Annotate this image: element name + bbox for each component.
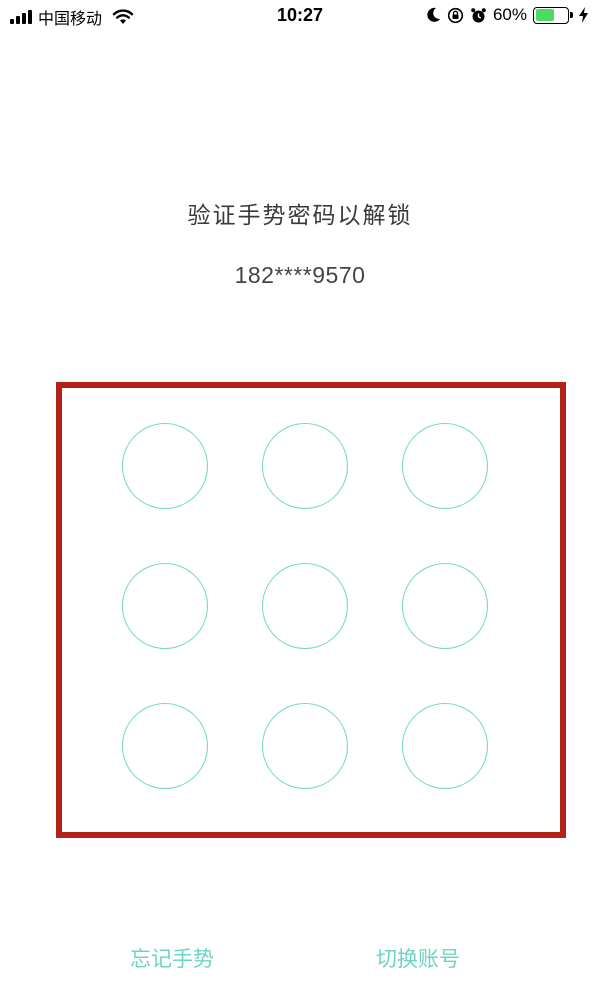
gesture-dot-4[interactable] xyxy=(122,563,208,649)
rotation-lock-icon xyxy=(447,7,464,23)
gesture-dot-7[interactable] xyxy=(122,703,208,789)
masked-phone-number: 182****9570 xyxy=(234,262,366,288)
page-title: 验证手势密码以解锁 xyxy=(187,203,413,229)
battery-icon xyxy=(533,6,569,24)
gesture-dot-5[interactable] xyxy=(262,563,348,649)
gesture-dot-3[interactable] xyxy=(402,423,488,509)
status-right: 60% xyxy=(427,5,588,25)
charging-icon xyxy=(579,7,588,23)
battery-level xyxy=(535,9,555,21)
battery-cap xyxy=(570,12,573,18)
gesture-dot-2[interactable] xyxy=(262,423,348,509)
battery-percent: 60% xyxy=(492,5,527,24)
gesture-dot-9[interactable] xyxy=(402,703,488,789)
moon-icon xyxy=(427,7,440,22)
gesture-pattern-area[interactable] xyxy=(56,382,566,838)
status-bar: 中国移动 10:27 60% xyxy=(0,0,600,34)
alarm-icon xyxy=(471,7,486,22)
forgot-gesture-button[interactable]: 忘记手势 xyxy=(130,943,214,973)
gesture-dot-8[interactable] xyxy=(262,703,348,789)
switch-account-button[interactable]: 切换账号 xyxy=(376,943,460,973)
gesture-dot-6[interactable] xyxy=(402,563,488,649)
gesture-dot-1[interactable] xyxy=(122,423,208,509)
